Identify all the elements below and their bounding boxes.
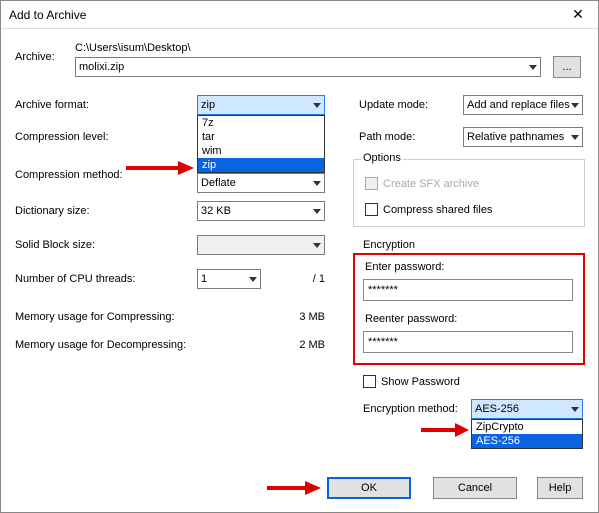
archive-path: C:\Users\isum\Desktop\	[75, 42, 191, 54]
window-title: Add to Archive	[9, 8, 86, 22]
cancel-label: Cancel	[458, 482, 492, 494]
cpu-threads-label: Number of CPU threads:	[15, 273, 135, 285]
chevron-down-icon	[249, 277, 257, 282]
dialog-content: Archive: C:\Users\isum\Desktop\ molixi.z…	[1, 29, 598, 512]
options-fieldset-label: Options	[361, 152, 403, 164]
show-password-label: Show Password	[381, 376, 460, 388]
dictionary-size-select[interactable]: 32 KB	[197, 201, 325, 221]
archive-format-label: Archive format:	[15, 99, 89, 111]
enc-option-zipcrypto[interactable]: ZipCrypto	[472, 420, 582, 434]
browse-label: ...	[562, 61, 571, 73]
enter-password-label: Enter password:	[365, 261, 444, 273]
update-mode-label: Update mode:	[359, 99, 428, 111]
create-sfx-label: Create SFX archive	[383, 178, 479, 190]
help-label: Help	[549, 482, 572, 494]
dialog-window: Add to Archive ✕ Archive: C:\Users\isum\…	[0, 0, 599, 513]
show-password-checkbox[interactable]: Show Password	[363, 375, 460, 388]
arrow-icon	[419, 421, 471, 439]
chevron-down-icon	[313, 181, 321, 186]
archive-format-dropdown[interactable]: 7z tar wim zip	[197, 115, 325, 173]
archive-format-value: zip	[201, 99, 215, 111]
options-fieldset	[353, 159, 585, 227]
solid-block-size-label: Solid Block size:	[15, 239, 95, 251]
compression-method-select[interactable]: Deflate	[197, 173, 325, 193]
close-icon: ✕	[572, 6, 584, 23]
encryption-fieldset-label: Encryption	[361, 239, 417, 251]
format-option-zip[interactable]: zip	[198, 158, 324, 172]
checkbox-icon	[365, 177, 378, 190]
mem-decompressing-value: 2 MB	[281, 339, 325, 351]
ok-button[interactable]: OK	[327, 477, 411, 499]
format-option-7z[interactable]: 7z	[198, 116, 324, 130]
archive-label: Archive:	[15, 51, 55, 63]
chevron-down-icon	[529, 65, 537, 70]
reenter-password-label: Reenter password:	[365, 313, 457, 325]
chevron-down-icon	[313, 209, 321, 214]
dictionary-size-label: Dictionary size:	[15, 205, 90, 217]
chevron-down-icon	[313, 243, 321, 248]
enter-password-input[interactable]	[363, 279, 573, 301]
path-mode-label: Path mode:	[359, 131, 415, 143]
update-mode-value: Add and replace files	[467, 99, 570, 111]
compression-method-label: Compression method:	[15, 169, 123, 181]
archive-format-select[interactable]: zip	[197, 95, 325, 115]
cpu-threads-select[interactable]: 1	[197, 269, 261, 289]
update-mode-select[interactable]: Add and replace files	[463, 95, 583, 115]
ok-label: OK	[361, 482, 377, 494]
checkbox-icon	[365, 203, 378, 216]
compression-level-label: Compression level:	[15, 131, 109, 143]
format-option-tar[interactable]: tar	[198, 130, 324, 144]
arrow-icon	[124, 159, 196, 177]
mem-compressing-label: Memory usage for Compressing:	[15, 311, 175, 323]
encryption-method-dropdown[interactable]: ZipCrypto AES-256	[471, 419, 583, 449]
create-sfx-checkbox: Create SFX archive	[365, 177, 479, 190]
archive-filename-input[interactable]: molixi.zip	[75, 57, 541, 77]
titlebar: Add to Archive ✕	[1, 1, 598, 29]
chevron-down-icon	[571, 135, 579, 140]
arrow-icon	[265, 479, 323, 497]
close-button[interactable]: ✕	[558, 1, 598, 29]
path-mode-select[interactable]: Relative pathnames	[463, 127, 583, 147]
cancel-button[interactable]: Cancel	[433, 477, 517, 499]
browse-button[interactable]: ...	[553, 56, 581, 78]
dictionary-size-value: 32 KB	[201, 205, 231, 217]
chevron-down-icon	[571, 103, 579, 108]
compression-method-value: Deflate	[201, 177, 236, 189]
chevron-down-icon	[571, 407, 579, 412]
mem-decompressing-label: Memory usage for Decompressing:	[15, 339, 186, 351]
cpu-threads-total: / 1	[297, 273, 325, 285]
encryption-method-value: AES-256	[475, 403, 519, 415]
format-option-wim[interactable]: wim	[198, 144, 324, 158]
compress-shared-label: Compress shared files	[383, 204, 492, 216]
archive-filename-text: molixi.zip	[79, 61, 124, 73]
enc-option-aes256[interactable]: AES-256	[472, 434, 582, 448]
reenter-password-input[interactable]	[363, 331, 573, 353]
checkbox-icon	[363, 375, 376, 388]
path-mode-value: Relative pathnames	[467, 131, 564, 143]
solid-block-size-select	[197, 235, 325, 255]
encryption-method-label: Encryption method:	[363, 403, 458, 415]
mem-compressing-value: 3 MB	[281, 311, 325, 323]
encryption-method-select[interactable]: AES-256	[471, 399, 583, 419]
compress-shared-checkbox[interactable]: Compress shared files	[365, 203, 492, 216]
chevron-down-icon	[313, 103, 321, 108]
cpu-threads-value: 1	[201, 273, 207, 285]
help-button[interactable]: Help	[537, 477, 583, 499]
